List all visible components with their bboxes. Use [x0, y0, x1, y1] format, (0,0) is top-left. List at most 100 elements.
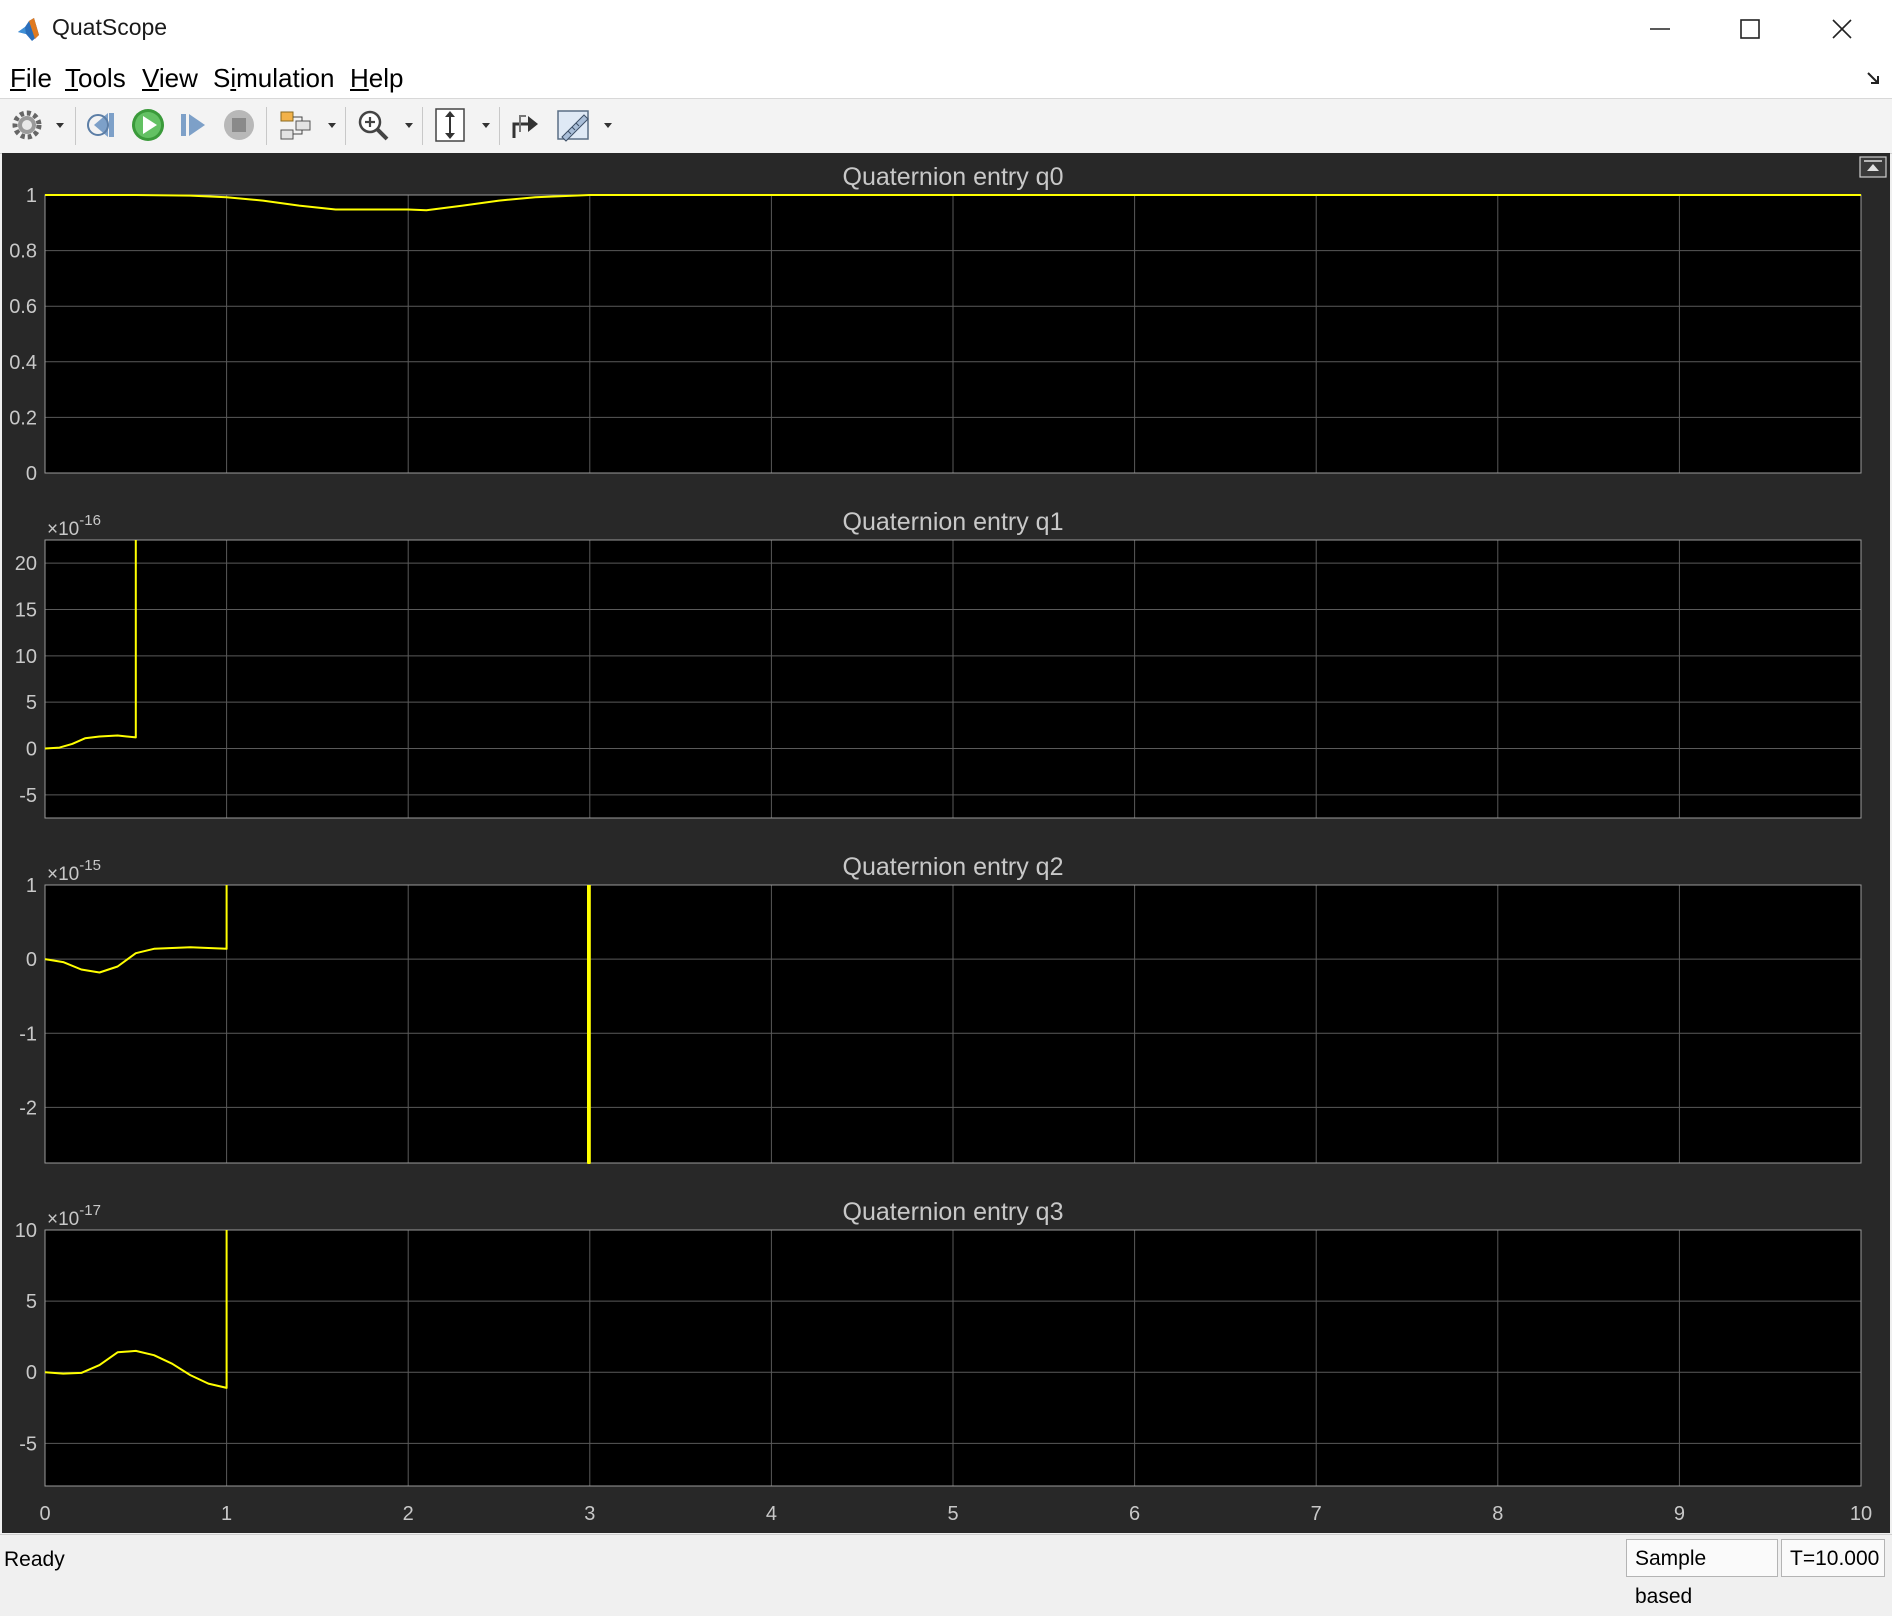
y-tick-label: 0.6: [9, 296, 37, 318]
toolbar-separator: [499, 107, 500, 145]
minimize-icon: [1650, 28, 1670, 30]
autoscale-button[interactable]: [433, 105, 467, 145]
restore-layout-button[interactable]: [508, 105, 542, 145]
sample-mode-indicator: Sample based: [1626, 1539, 1778, 1608]
toolbar-separator: [422, 107, 423, 145]
scope-plots: 10.80.60.40.20Quaternion entry q02015105…: [9, 156, 1887, 1525]
close-button[interactable]: [1796, 0, 1888, 58]
scope-panel-q2: 1 0 -1 -2 Quaternion entry q2 ×10-15: [19, 853, 1862, 1164]
y-tick-label: 0: [26, 739, 37, 761]
dropdown-arrow-icon: [482, 123, 490, 128]
step-forward-icon: [181, 114, 205, 136]
autoscale-dropdown[interactable]: [480, 105, 492, 145]
maximize-icon: [1740, 19, 1760, 39]
y-tick-label: 0: [26, 949, 37, 971]
x-tick-label: 2: [403, 1503, 414, 1525]
menu-file[interactable]: File: [10, 63, 52, 94]
run-button[interactable]: [130, 105, 166, 145]
x-tick-label: 5: [947, 1503, 958, 1525]
y-tick-label: 5: [26, 1291, 37, 1313]
stop-button[interactable]: [222, 105, 256, 145]
dock-arrow-icon[interactable]: [1866, 70, 1882, 86]
scope-panel-q0: 1 0.8 0.6 0.4 0.2 0 Quaternion entry q0: [9, 163, 1862, 485]
dropdown-arrow-icon: [328, 123, 336, 128]
menu-bar: File Tools View Simulation Help: [0, 58, 1892, 98]
menu-view-mnemonic: V: [142, 63, 159, 93]
minimize-button[interactable]: [1614, 0, 1706, 58]
y-tick-label: 10: [15, 1220, 37, 1242]
restore-layout-icon: [512, 115, 538, 138]
toolbar-separator: [75, 107, 76, 145]
panel-title: Quaternion entry q0: [843, 163, 1064, 191]
y-tick-label: 0.4: [9, 352, 37, 374]
window-title: QuatScope: [52, 14, 168, 40]
menu-help[interactable]: Help: [350, 63, 403, 94]
panel-title: Quaternion entry q3: [843, 1198, 1064, 1226]
toolbar-separator: [266, 107, 267, 145]
x-tick-label: 9: [1674, 1503, 1685, 1525]
y-tick-label: -2: [19, 1097, 37, 1119]
status-text: Ready: [4, 1548, 65, 1571]
toolbar-separator: [345, 107, 346, 145]
y-tick-label: 5: [26, 692, 37, 714]
x-tick-label: 1: [221, 1503, 232, 1525]
dropdown-arrow-icon: [604, 123, 612, 128]
close-icon: [1832, 19, 1852, 39]
scope-display: 1 0.8 0.6 0.4 0.2 0 Quaternion entry q0 20 15 10 5…: [2, 153, 1890, 1533]
settings-button[interactable]: [10, 105, 44, 145]
title-bar: QuatScope: [0, 0, 1892, 59]
zoom-in-icon: [358, 110, 389, 141]
menu-tools-text-rest: ools: [78, 63, 126, 93]
x-tick-label: 3: [584, 1503, 595, 1525]
x-tick-label: 7: [1311, 1503, 1322, 1525]
exponent-superscript: -16: [79, 512, 101, 529]
y-tick-label: -5: [19, 785, 37, 807]
y-tick-label: -5: [19, 1433, 37, 1455]
dropdown-arrow-icon: [405, 123, 413, 128]
undock-button[interactable]: [1859, 156, 1887, 178]
highlight-block-icon: [280, 111, 311, 140]
y-tick-label: 0.8: [9, 241, 37, 263]
stop-icon: [224, 110, 254, 140]
menu-view[interactable]: View: [142, 63, 198, 94]
maximize-button[interactable]: [1704, 0, 1796, 58]
status-bar: Ready Sample based T=10.000: [0, 1534, 1892, 1608]
measurements-button[interactable]: [556, 105, 592, 145]
menu-simulation[interactable]: Simulation: [213, 63, 334, 94]
exponent-label: ×10-15: [47, 857, 101, 885]
highlight-block-button[interactable]: [278, 105, 314, 145]
menu-simulation-text: S: [213, 63, 231, 93]
scope-panel-q1: 20 15 10 5 0 -5 Quaternion entry q1 ×10-16: [15, 508, 1862, 819]
y-tick-label: 20: [15, 553, 37, 575]
menu-simulation-text-rest: mulation: [236, 63, 335, 93]
menu-tools[interactable]: Tools: [65, 63, 126, 94]
y-tick-label: 1: [26, 185, 37, 207]
matlab-logo-icon: [16, 16, 42, 42]
zoom-dropdown[interactable]: [403, 105, 415, 145]
step-back-icon: [87, 113, 114, 137]
simulation-time-indicator: T=10.000: [1781, 1539, 1885, 1577]
highlight-dropdown[interactable]: [326, 105, 338, 145]
x-tick-label: 4: [766, 1503, 777, 1525]
y-tick-label: 0: [26, 1362, 37, 1384]
toolbar: [0, 98, 1892, 154]
y-tick-label: 1: [26, 875, 37, 897]
panel-title: Quaternion entry q2: [843, 853, 1064, 881]
y-tick-label: 0.2: [9, 407, 37, 429]
step-forward-button[interactable]: [176, 105, 210, 145]
measurements-dropdown[interactable]: [602, 105, 614, 145]
exponent-label: ×10-17: [47, 1202, 101, 1230]
settings-dropdown[interactable]: [54, 105, 66, 145]
y-tick-label: 10: [15, 646, 37, 668]
menu-file-text-rest: ile: [25, 63, 52, 93]
exponent-superscript: -15: [79, 857, 101, 874]
menu-tools-mnemonic: T: [65, 63, 78, 93]
autoscale-icon: [435, 108, 465, 142]
dropdown-arrow-icon: [56, 123, 64, 128]
zoom-button[interactable]: [356, 105, 390, 145]
run-icon: [132, 109, 164, 141]
step-back-button[interactable]: [86, 105, 120, 145]
scope-panel-q3: 10 5 0 -5 Quaternion entry q3 ×10-17 0 1 2 3 4 5 6 7 8…: [15, 1198, 1872, 1525]
x-tick-label: 0: [39, 1503, 50, 1525]
panel-title: Quaternion entry q1: [843, 508, 1064, 536]
